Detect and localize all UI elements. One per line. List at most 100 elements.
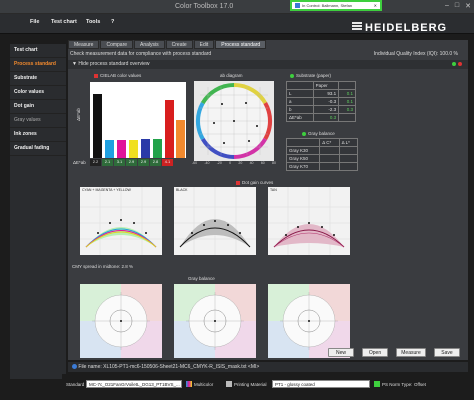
substrate-panel: Substrate (paper) Paper L 93.1 0.1 a -0.3 0.… bbox=[282, 72, 362, 171]
substrate-title: Substrate (paper) bbox=[290, 73, 331, 78]
check-text: Check measurement data for compliance wi… bbox=[70, 51, 212, 57]
delta-chip: 2.8 bbox=[150, 159, 161, 166]
delta-label: ΔE*ab bbox=[73, 160, 86, 165]
overview-toggle[interactable]: ▼ Hide process standard overview bbox=[68, 60, 468, 69]
gray-balance-k50: K50 bbox=[174, 284, 256, 358]
tab-edit[interactable]: Edit bbox=[193, 40, 215, 49]
standard-select[interactable]: MC-7c_O21FanGrVoiletL_DG13_PT1BVS_... bbox=[86, 380, 182, 388]
substrate-value: 0.3 bbox=[312, 113, 340, 122]
file-name: File name: XL105-PT1-mc6-150506-Sheet21-… bbox=[78, 364, 260, 370]
cielab-bar-k bbox=[93, 94, 102, 158]
tab-process-standard[interactable]: Process standard bbox=[215, 40, 267, 49]
quality-index: Individual Quality Index (IQI): 100.0 % bbox=[373, 51, 458, 57]
in-control-label: In Control: Ballmann, Stefan bbox=[302, 3, 353, 8]
delta-chip: 2.1 bbox=[102, 159, 113, 166]
menu-test-chart[interactable]: Test chart bbox=[51, 19, 77, 25]
dot-gain-tan-chart: TAN bbox=[268, 187, 350, 255]
substrate-delta: 0.1 bbox=[338, 97, 356, 106]
dot-gain-title: Dot gain curves bbox=[236, 180, 273, 185]
printing-material-icon bbox=[226, 381, 232, 387]
gray-row-label: Gray K50 bbox=[285, 154, 321, 163]
substrate-table: Paper L 93.1 0.1 a -0.3 0.1 b -2.3 0.3 ΔE*ab 0.… bbox=[286, 81, 356, 122]
cielab-panel: CIELAB color values ΔE*ab ΔE*ab 2.2 2.1 … bbox=[72, 72, 187, 168]
menu-tools[interactable]: Tools bbox=[86, 19, 100, 25]
overview-label: Hide process standard overview bbox=[78, 61, 150, 67]
ab-tick: -20 bbox=[216, 161, 222, 165]
ps-norm-label: PS Norm Type: bbox=[382, 382, 413, 387]
file-status: File name: XL105-PT1-mc6-150506-Sheet21-… bbox=[68, 362, 468, 372]
sidebar-item-gradual-fading[interactable]: Gradual fading bbox=[10, 142, 66, 156]
standard-label: Standard bbox=[66, 382, 85, 387]
substrate-delta bbox=[338, 113, 356, 122]
cielab-bar-b bbox=[141, 139, 150, 158]
new-button[interactable]: New bbox=[328, 348, 354, 357]
tab-analysis[interactable]: Analysis bbox=[134, 40, 165, 49]
gray-row-label: Gray K70 bbox=[285, 162, 321, 171]
cielab-bar-extra bbox=[176, 120, 185, 158]
gray-row-label: Gray K30 bbox=[285, 146, 321, 155]
delta-chip: 2.9 bbox=[138, 159, 149, 166]
ps-norm-value: Offset bbox=[414, 382, 426, 387]
delta-chip: 2.2 bbox=[90, 159, 101, 166]
ab-tick: 60 bbox=[260, 161, 265, 165]
info-icon bbox=[72, 364, 77, 370]
ab-diagram bbox=[194, 81, 274, 161]
ab-tick: 20 bbox=[238, 161, 243, 165]
printing-material-label: Printing Material bbox=[234, 382, 267, 387]
dot-gain-cmy-chart: CYAN + MAGENTA + YELLOW bbox=[80, 187, 162, 255]
tab-compare[interactable]: Compare bbox=[100, 40, 134, 49]
maximize-button[interactable]: □ bbox=[455, 2, 459, 10]
printing-material-select[interactable]: PT1 - glossy coated bbox=[272, 380, 370, 388]
substrate-delta: 0.1 bbox=[338, 89, 356, 98]
cmy-spread: CMY spread in midtone: 2.8 % bbox=[72, 264, 133, 269]
cielab-bar-r bbox=[165, 100, 174, 158]
window-controls-icon[interactable] bbox=[452, 61, 464, 67]
ab-tick: 80 bbox=[272, 161, 276, 165]
ab-tick: 40 bbox=[249, 161, 254, 165]
sidebar-item-gray-values[interactable]: Gray values bbox=[10, 114, 66, 128]
save-button[interactable]: Save bbox=[434, 348, 460, 357]
ab-tick: -60 bbox=[192, 161, 198, 165]
tab-measure[interactable]: Measure bbox=[68, 40, 100, 49]
ab-panel: ab diagram -60 -40 -20 0 20 40 60 80 bbox=[190, 72, 278, 168]
ab-title: ab diagram bbox=[220, 73, 243, 78]
gray-balance-table: Δ C* Δ L* Gray K30 Gray K50 Gray K70 bbox=[285, 138, 359, 171]
substrate-key: b bbox=[286, 105, 314, 114]
sidebar-item-test-chart[interactable]: Test chart bbox=[10, 44, 66, 58]
window-titlebar: Color Toolbox 17.0 – □ ✕ bbox=[0, 0, 474, 14]
menu-file[interactable]: File bbox=[30, 19, 39, 25]
heidelberg-logo: HEIDELBERG bbox=[352, 20, 470, 36]
sidebar: Test chart Process standard Substrate Co… bbox=[10, 44, 66, 379]
delta-chip: 3.1 bbox=[114, 159, 125, 166]
close-button[interactable]: ✕ bbox=[465, 2, 471, 10]
substrate-key: a bbox=[286, 97, 314, 106]
cielab-chart bbox=[90, 82, 186, 158]
popup-close-icon[interactable]: ✕ bbox=[374, 3, 377, 8]
dot-gain-black-chart: BLACK bbox=[174, 187, 256, 255]
multicolor-label: Multicolor bbox=[194, 382, 214, 387]
gray-balance-k70: K70 bbox=[268, 284, 350, 358]
minimize-button[interactable]: – bbox=[445, 2, 449, 10]
menu-help[interactable]: ? bbox=[111, 19, 114, 25]
gray-balance-plots-title: Gray balance bbox=[188, 276, 215, 281]
ab-tick: -40 bbox=[204, 161, 210, 165]
sidebar-item-substrate[interactable]: Substrate bbox=[10, 72, 66, 86]
cielab-title: CIELAB color values bbox=[94, 73, 141, 78]
in-control-popup[interactable]: In Control: Ballmann, Stefan ✕ bbox=[290, 0, 382, 11]
cielab-bar-g bbox=[153, 139, 162, 158]
tab-create[interactable]: Create bbox=[165, 40, 193, 49]
bottom-bar: Standard MC-7c_O21FanGrVoiletL_DG13_PT1B… bbox=[62, 374, 474, 400]
open-button[interactable]: Open bbox=[362, 348, 388, 357]
cielab-bar-m bbox=[117, 140, 126, 158]
cielab-bar-c bbox=[105, 140, 114, 158]
sidebar-item-color-values[interactable]: Color values bbox=[10, 86, 66, 100]
measure-button[interactable]: Measure bbox=[396, 348, 426, 357]
cielab-bar-y bbox=[129, 140, 138, 158]
gray-balance-k30: K30 bbox=[80, 284, 162, 358]
ps-norm-icon bbox=[374, 381, 380, 387]
gray-balance-title: Gray balance bbox=[302, 131, 335, 136]
sidebar-item-process-standard[interactable]: Process standard bbox=[10, 58, 66, 72]
sidebar-item-ink-zones[interactable]: Ink zones bbox=[10, 128, 66, 142]
sidebar-item-dot-gain[interactable]: Dot gain bbox=[10, 100, 66, 114]
ab-x-ticks: -60 -40 -20 0 20 40 60 80 bbox=[192, 161, 276, 165]
